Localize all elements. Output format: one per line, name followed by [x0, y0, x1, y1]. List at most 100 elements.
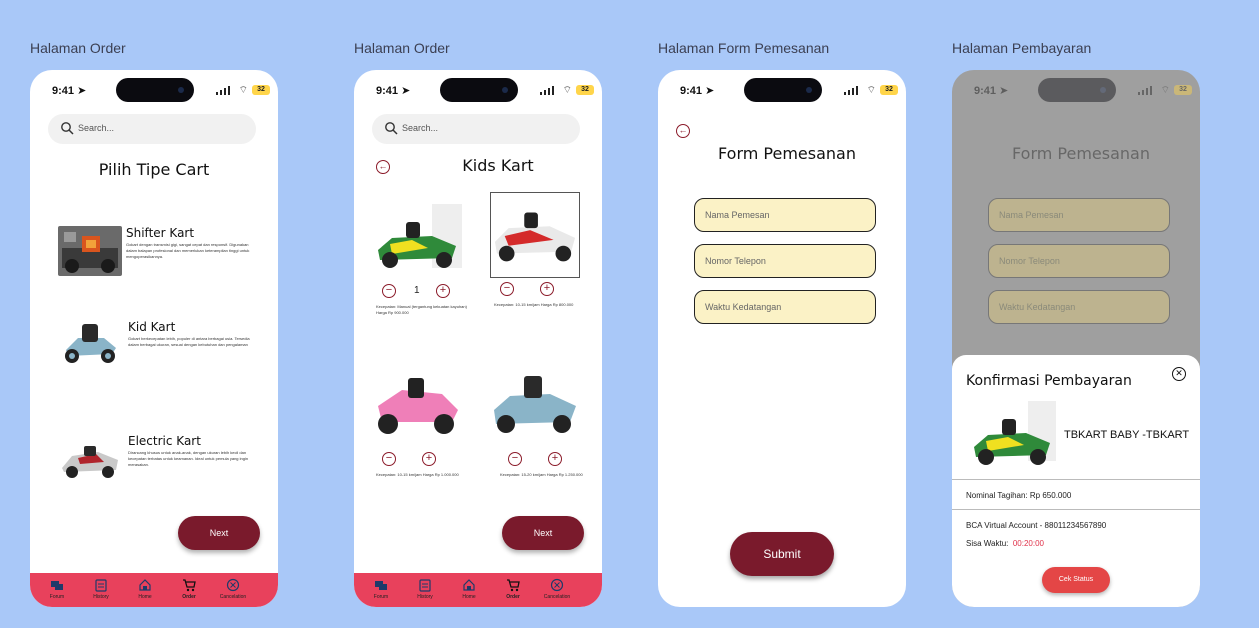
search-placeholder: Search... — [402, 123, 439, 133]
tab-history[interactable]: History — [404, 578, 446, 600]
back-icon[interactable]: ← — [376, 160, 390, 174]
signal-icon — [216, 86, 230, 95]
battery-icon: 32 — [1174, 85, 1192, 95]
forum-icon — [51, 581, 63, 590]
cart-option-kid[interactable]: Kid Kart Gokart berkecepatan lebih, popu… — [58, 316, 258, 376]
search-icon — [61, 122, 74, 135]
frame-label-order-1: Halaman Order — [30, 40, 126, 56]
history-icon — [95, 579, 107, 592]
status-bar: 9:41 ➤ ⌔ 32 — [952, 78, 1200, 104]
status-time: 9:41 ➤ — [680, 85, 715, 97]
frame-label-form: Halaman Form Pemesanan — [658, 40, 830, 56]
status-bar: 9:41 ➤ ⌔ 32 — [658, 78, 906, 104]
battery-icon: 32 — [252, 85, 270, 95]
background-field: Nama Pemesan — [988, 198, 1170, 232]
kid-kart-image — [58, 316, 122, 366]
minus-icon[interactable]: − — [382, 284, 396, 298]
next-button[interactable]: Next — [178, 516, 260, 550]
close-icon[interactable]: ✕ — [1172, 367, 1186, 381]
search-icon — [385, 122, 398, 135]
minus-icon[interactable]: − — [508, 452, 522, 466]
kart-info: Kecepatan: Manual (tergantung kekuatan k… — [376, 304, 467, 315]
plus-icon[interactable]: + — [436, 284, 450, 298]
cart-option-shifter[interactable]: Shifter Kart Gokart dengan transmisi gig… — [58, 226, 258, 282]
next-button[interactable]: Next — [502, 516, 584, 550]
tab-forum[interactable]: Forum — [36, 578, 78, 600]
signal-icon — [1138, 86, 1152, 95]
status-time: 9:41 ➤ — [376, 85, 411, 97]
nominal-row: Nominal Tagihan: Rp 650.000 — [966, 491, 1072, 500]
tab-order[interactable]: Order — [492, 578, 534, 600]
wifi-icon: ⌔ — [866, 85, 876, 96]
shifter-kart-image — [58, 226, 122, 276]
payment-confirmation-sheet: Konfirmasi Pembayaran ✕ TBKART BABY -TBK… — [952, 355, 1200, 607]
frame-label-payment: Halaman Pembayaran — [952, 40, 1092, 56]
bottom-nav: Forum History Home Order Cancelation — [30, 573, 278, 607]
status-bar: 9:41 ➤ ⌔ 32 — [30, 78, 278, 104]
divider — [952, 509, 1200, 510]
dynamic-island — [440, 78, 518, 102]
back-icon[interactable]: ← — [676, 124, 690, 138]
quantity-stepper: − 1 + — [382, 284, 462, 300]
tab-home[interactable]: Home — [124, 578, 166, 600]
plus-icon[interactable]: + — [422, 452, 436, 466]
minus-icon[interactable]: − — [382, 452, 396, 466]
status-bar: 9:41 ➤ ⌔ 32 — [354, 78, 602, 104]
tab-forum[interactable]: Forum — [360, 578, 402, 600]
tab-history[interactable]: History — [80, 578, 122, 600]
nominal-value: 650.000 — [1042, 491, 1072, 500]
cancel-icon — [226, 578, 240, 592]
page-title: Pilih Tipe Cart — [98, 160, 210, 179]
cart-name: Kid Kart — [128, 320, 176, 334]
quantity-stepper: − + — [382, 452, 462, 468]
cart-description: Gokart berkecepatan lebih, populer di an… — [128, 336, 250, 347]
product-name: TBKART BABY -TBKART — [1064, 429, 1190, 441]
product-image — [968, 399, 1056, 471]
quantity-value: 1 — [414, 285, 420, 296]
kart-image — [490, 366, 580, 446]
phone-screen-payment: 9:41 ➤ ⌔ 32 Form Pemesanan Nama Pemesan … — [952, 70, 1200, 607]
check-status-button[interactable]: Cek Status — [1042, 567, 1110, 593]
name-field[interactable]: Nama Pemesan — [694, 198, 876, 232]
bottom-nav: Forum History Home Order Cancelation — [354, 573, 602, 607]
electric-kart-image — [58, 432, 122, 482]
dynamic-island — [116, 78, 194, 102]
divider — [952, 479, 1200, 480]
page-title: Form Pemesanan — [718, 144, 856, 163]
virtual-account: BCA Virtual Account - 88011234567890 — [966, 521, 1107, 530]
tab-order[interactable]: Order — [168, 578, 210, 600]
cancel-icon — [550, 578, 564, 592]
wifi-icon: ⌔ — [1160, 85, 1170, 96]
page-title: Kids Kart — [462, 156, 534, 175]
tab-home[interactable]: Home — [448, 578, 490, 600]
signal-icon — [844, 86, 858, 95]
cart-description: Gokart dengan transmisi gigi, sangat cep… — [126, 242, 250, 259]
dynamic-island — [1038, 78, 1116, 102]
dynamic-island — [744, 78, 822, 102]
arrival-time-field[interactable]: Waktu Kedatangan — [694, 290, 876, 324]
remaining-time: Sisa Waktu: 00:20:00 — [966, 539, 1044, 548]
minus-icon[interactable]: − — [500, 282, 514, 296]
cart-icon — [507, 579, 520, 592]
search-input[interactable]: Search... — [372, 114, 580, 144]
sheet-title: Konfirmasi Pembayaran — [966, 373, 1132, 389]
phone-screen-kids-kart: 9:41 ➤ ⌔ 32 Search... ← Kids Kart − 1 + … — [354, 70, 602, 607]
plus-icon[interactable]: + — [548, 452, 562, 466]
tab-cancelation[interactable]: Cancelation — [212, 578, 254, 600]
home-icon — [139, 579, 151, 591]
home-icon — [463, 579, 475, 591]
search-input[interactable]: Search... — [48, 114, 256, 144]
cart-option-electric[interactable]: Electric Kart Dirancang khusus untuk ana… — [58, 430, 258, 486]
battery-icon: 32 — [576, 85, 594, 95]
kart-info: Kecepatan: 10-15 km/jam Harga Rp 800.000 — [494, 302, 574, 307]
cart-name: Electric Kart — [128, 434, 201, 448]
tab-cancelation[interactable]: Cancelation — [536, 578, 578, 600]
background-field: Waktu Kedatangan — [988, 290, 1170, 324]
submit-button[interactable]: Submit — [730, 532, 834, 576]
phone-field[interactable]: Nomor Telepon — [694, 244, 876, 278]
frame-label-order-2: Halaman Order — [354, 40, 450, 56]
battery-icon: 32 — [880, 85, 898, 95]
forum-icon — [375, 581, 387, 590]
plus-icon[interactable]: + — [540, 282, 554, 296]
phone-screen-order-form: 9:41 ➤ ⌔ 32 ← Form Pemesanan Nama Pemesa… — [658, 70, 906, 607]
